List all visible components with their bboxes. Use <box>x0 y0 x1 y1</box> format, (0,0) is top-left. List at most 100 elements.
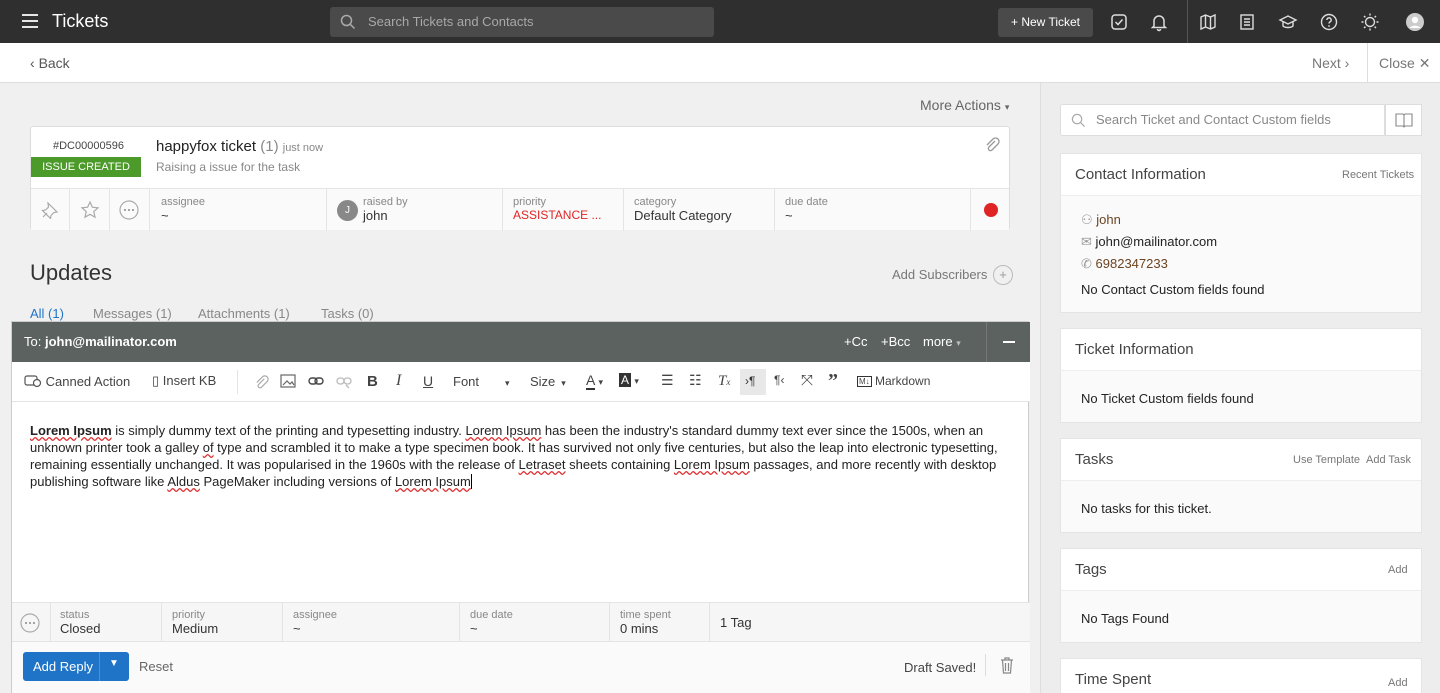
avatar[interactable] <box>1405 12 1425 32</box>
numbered-list-icon[interactable]: ☷ <box>689 372 702 389</box>
ltr-icon[interactable]: ›¶ <box>740 369 766 395</box>
lightbulb-icon[interactable] <box>1360 12 1380 32</box>
raised-by-field[interactable]: raised by john <box>363 196 408 223</box>
trash-icon[interactable] <box>1000 656 1014 674</box>
reports-icon[interactable] <box>1237 12 1257 32</box>
background-color-icon[interactable]: A ▾ <box>619 373 639 387</box>
canned-action-button[interactable]: Canned Action <box>24 374 130 389</box>
text-cursor <box>470 474 472 489</box>
more-options-icon[interactable] <box>119 200 139 220</box>
image-icon[interactable] <box>280 374 296 388</box>
tab-attachments[interactable]: Attachments (1) <box>198 306 290 321</box>
size-label: Size <box>530 374 556 389</box>
size-select[interactable]: Size ▾ <box>530 374 566 389</box>
minimize-button[interactable] <box>986 322 1030 362</box>
due-date-picker[interactable]: due date ~ <box>470 609 513 636</box>
next-button[interactable]: Next › <box>1312 55 1349 71</box>
status-select[interactable]: status Closed <box>60 609 100 636</box>
due-date-value: ~ <box>470 621 478 636</box>
check-square-icon[interactable] <box>1109 12 1129 32</box>
body-text: Lorem Ipsum <box>394 474 471 489</box>
map-icon[interactable] <box>1198 12 1218 32</box>
fullscreen-icon[interactable]: ⤧ <box>801 372 813 389</box>
underline-icon[interactable]: U <box>423 373 433 389</box>
reset-button[interactable]: Reset <box>139 659 173 674</box>
custom-fields-search-input[interactable]: Search Ticket and Contact Custom fields <box>1060 104 1385 136</box>
tags-field[interactable]: 1 Tag <box>720 615 752 630</box>
divider <box>774 189 775 231</box>
reply-body[interactable]: Lorem Ipsum is simply dummy text of the … <box>30 422 1010 490</box>
more-actions-dropdown[interactable]: More Actions ▾ <box>920 97 1009 113</box>
back-button[interactable]: ‹ Back <box>30 55 70 71</box>
link-icon[interactable] <box>308 375 324 387</box>
quote-icon[interactable]: ” <box>828 370 838 393</box>
recent-tickets-link[interactable]: Recent Tickets <box>1342 169 1414 181</box>
ticket-subject: happyfox ticket (1) just now <box>156 138 323 155</box>
more-dropdown[interactable]: more ▾ <box>923 334 961 349</box>
menu-icon[interactable] <box>22 14 38 28</box>
ticket-card: #DC00000596 ISSUE CREATED happyfox ticke… <box>30 126 1010 231</box>
tab-messages[interactable]: Messages (1) <box>93 306 172 321</box>
panel-header: Tasks Use Template Add Task <box>1061 439 1421 481</box>
ticket-time: just now <box>282 142 324 154</box>
time-spent-field[interactable]: time spent 0 mins <box>620 609 671 636</box>
rtl-icon[interactable]: ¶‹ <box>774 373 784 387</box>
star-icon[interactable] <box>80 200 100 220</box>
add-task-link[interactable]: Add Task <box>1366 454 1411 466</box>
priority-select[interactable]: priority Medium <box>172 609 218 636</box>
unlink-icon[interactable] <box>336 375 352 389</box>
priority-field[interactable]: priority ASSISTANCE ... <box>513 196 601 222</box>
assignee-select[interactable]: assignee ~ <box>293 609 337 636</box>
divider <box>609 603 610 641</box>
custom-fields-button[interactable] <box>1385 104 1422 136</box>
add-reply-button[interactable]: Add Reply ▼ <box>23 652 129 681</box>
attach-icon[interactable] <box>254 375 269 390</box>
divider <box>282 603 283 641</box>
markdown-button[interactable]: M↓ Markdown <box>857 374 930 388</box>
to-label: To: <box>24 334 42 349</box>
contact-email[interactable]: ✉ john@mailinator.com <box>1081 234 1217 250</box>
chevron-down-icon[interactable]: ▼ <box>109 658 119 669</box>
bell-icon[interactable] <box>1149 12 1169 32</box>
use-template-link[interactable]: Use Template <box>1293 454 1360 466</box>
category-field[interactable]: category Default Category <box>634 196 732 223</box>
add-cc-button[interactable]: +Cc <box>844 334 867 349</box>
contact-name[interactable]: ⚇ john <box>1081 212 1121 228</box>
add-reply-label: Add Reply <box>33 659 93 674</box>
book-icon <box>1395 113 1413 128</box>
italic-icon[interactable]: I <box>396 372 401 390</box>
new-ticket-button[interactable]: + New Ticket <box>998 8 1093 37</box>
add-tag-link[interactable]: Add <box>1388 564 1408 576</box>
clear-format-icon[interactable]: Tx <box>718 373 730 390</box>
tab-tasks[interactable]: Tasks (0) <box>321 306 374 321</box>
chevron-down-icon: ▾ <box>505 378 510 388</box>
recipient-field[interactable]: To: john@mailinator.com <box>24 334 177 349</box>
status-dot[interactable] <box>984 203 998 217</box>
graduation-cap-icon[interactable] <box>1278 12 1298 32</box>
bold-icon[interactable]: B <box>367 373 378 390</box>
book-icon: ▯ <box>152 373 160 388</box>
bullet-list-icon[interactable]: ☰ <box>661 372 674 389</box>
insert-kb-button[interactable]: ▯ Insert KB <box>152 373 216 389</box>
close-button[interactable]: Close ✕ <box>1379 55 1430 72</box>
search-input[interactable]: Search Tickets and Contacts <box>330 7 714 37</box>
due-date-field[interactable]: due date ~ <box>785 196 828 223</box>
assignee-field[interactable]: assignee ~ <box>161 196 205 223</box>
font-select[interactable]: Font ▾ <box>453 374 510 389</box>
add-bcc-button[interactable]: +Bcc <box>881 334 910 349</box>
pin-icon[interactable] <box>41 201 59 219</box>
body-text: Lorem Ipsum <box>30 423 112 438</box>
contact-phone[interactable]: ✆ 6982347233 <box>1081 256 1168 272</box>
add-time-link[interactable]: Add <box>1388 677 1408 689</box>
add-subscribers-button[interactable]: Add Subscribers + <box>892 265 1014 285</box>
text-color-icon[interactable]: A ▾ <box>586 372 603 390</box>
divider <box>326 189 327 231</box>
back-label: Back <box>38 55 70 71</box>
more-actions-label: More Actions <box>920 97 1001 113</box>
status-badge[interactable]: ISSUE CREATED <box>31 157 141 177</box>
help-icon[interactable] <box>1319 12 1339 32</box>
paperclip-icon[interactable] <box>984 137 1000 153</box>
updates-title: Updates <box>30 260 112 285</box>
tasks-note: No tasks for this ticket. <box>1081 501 1212 516</box>
more-options-icon[interactable] <box>20 613 40 633</box>
